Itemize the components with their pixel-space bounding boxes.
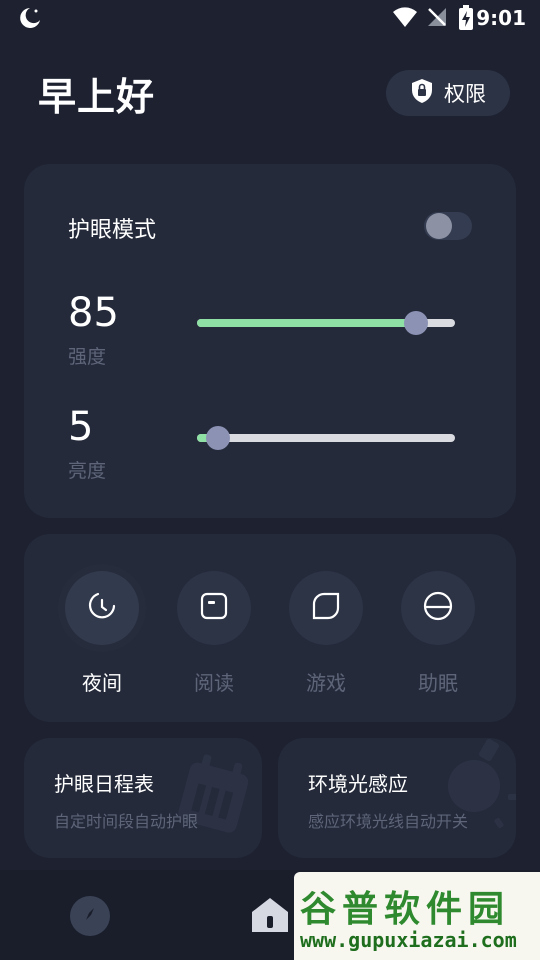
eye-mode-title: 护眼模式 bbox=[68, 218, 157, 243]
watermark-url: www.gupuxiazai.com bbox=[300, 928, 517, 952]
mode-reading-label: 阅读 bbox=[194, 671, 234, 695]
nav-home-button[interactable] bbox=[250, 896, 290, 938]
status-bar: 9:01 bbox=[0, 0, 540, 36]
brightness-slider-thumb[interactable] bbox=[206, 426, 230, 450]
book-icon bbox=[199, 591, 229, 625]
brightness-label: 亮度 bbox=[68, 460, 107, 482]
intensity-slider-fill bbox=[197, 319, 416, 327]
toggle-knob bbox=[426, 213, 452, 239]
mode-night-circle bbox=[65, 571, 139, 645]
mode-game-circle bbox=[289, 571, 363, 645]
no-signal-icon bbox=[426, 6, 448, 32]
sleep-icon bbox=[422, 590, 454, 626]
watermark-title: 谷普软件园 bbox=[300, 889, 511, 930]
leaf-icon bbox=[310, 590, 342, 626]
intensity-label: 强度 bbox=[68, 346, 107, 368]
nav-compass-button[interactable] bbox=[70, 896, 110, 936]
permission-label: 权限 bbox=[444, 82, 486, 106]
schedule-card[interactable]: 护眼日程表 自定时间段自动护眼 bbox=[24, 738, 262, 858]
mode-night-label: 夜间 bbox=[82, 671, 122, 695]
moon-notification-icon bbox=[16, 6, 42, 34]
compass-icon bbox=[80, 904, 100, 928]
ambient-light-card[interactable]: 环境光感应 感应环境光线自动开关 bbox=[278, 738, 516, 858]
intensity-slider[interactable] bbox=[197, 311, 455, 335]
wifi-icon bbox=[392, 6, 418, 32]
mode-night[interactable]: 夜间 bbox=[56, 571, 148, 696]
brightness-value: 5 bbox=[68, 404, 94, 450]
brightness-slider[interactable] bbox=[197, 426, 455, 450]
battery-charging-icon bbox=[458, 5, 474, 35]
ambient-desc: 感应环境光线自动开关 bbox=[308, 812, 469, 831]
schedule-desc: 自定时间段自动护眼 bbox=[54, 812, 199, 831]
greeting-title: 早上好 bbox=[38, 75, 156, 119]
mode-game-label: 游戏 bbox=[306, 671, 346, 695]
intensity-slider-thumb[interactable] bbox=[404, 311, 428, 335]
status-time: 9:01 bbox=[476, 6, 526, 30]
moon-clock-icon bbox=[87, 591, 117, 625]
mode-reading[interactable]: 阅读 bbox=[168, 571, 260, 696]
mode-game[interactable]: 游戏 bbox=[280, 571, 372, 696]
ambient-title: 环境光感应 bbox=[308, 772, 408, 796]
mode-sleep-circle bbox=[401, 571, 475, 645]
mode-sleep-label: 助眠 bbox=[418, 671, 458, 695]
schedule-title: 护眼日程表 bbox=[54, 772, 154, 796]
watermark: 谷普软件园 www.gupuxiazai.com bbox=[294, 872, 540, 960]
mode-reading-circle bbox=[177, 571, 251, 645]
home-icon bbox=[250, 898, 290, 938]
permission-button[interactable]: 权限 bbox=[386, 70, 510, 116]
eye-mode-toggle[interactable] bbox=[424, 212, 472, 240]
intensity-value: 85 bbox=[68, 290, 119, 336]
mode-sleep[interactable]: 助眠 bbox=[392, 571, 484, 696]
shield-lock-icon bbox=[410, 78, 434, 108]
